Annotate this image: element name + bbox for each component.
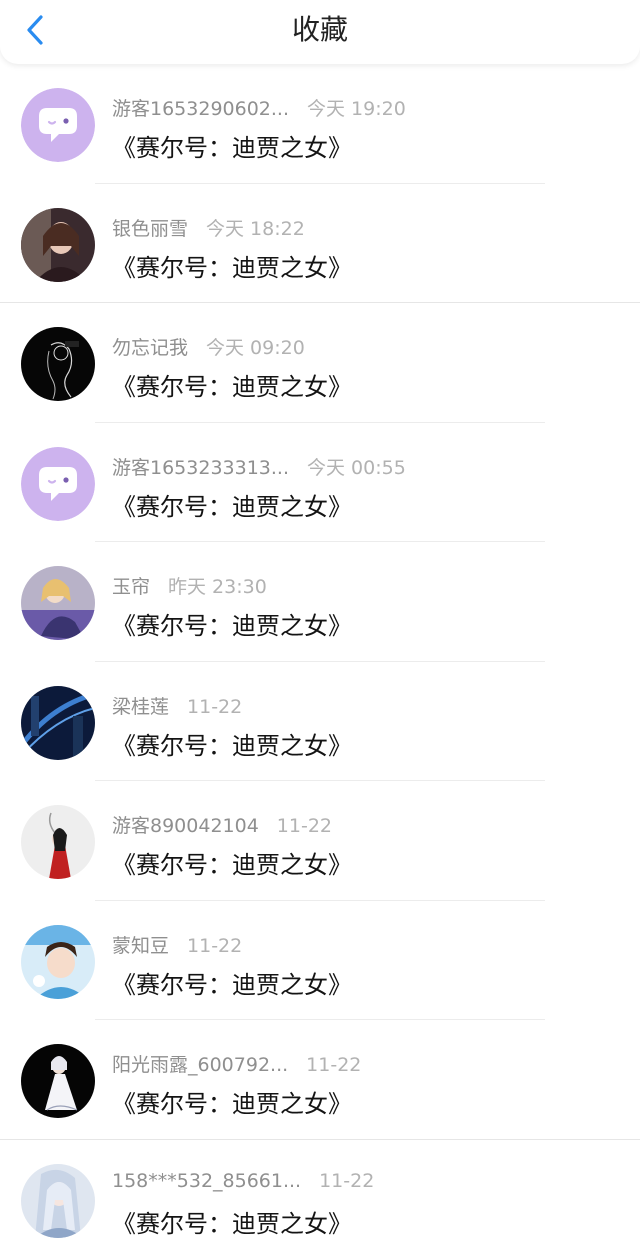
favorite-title: 《赛尔号：迪贾之女》 [112,1084,352,1119]
item-meta: 银色丽雪今天 18:22 [112,214,305,240]
favorite-title: 《赛尔号：迪贾之女》 [112,845,352,880]
user-photo [21,686,95,760]
item-meta: 游客890042104 11-22 [112,811,332,837]
list-item[interactable]: 玉帘昨天 23:30 《赛尔号：迪贾之女》 [0,542,640,662]
user-photo [21,1044,95,1118]
favorite-title: 《赛尔号：迪贾之女》 [112,606,352,641]
item-meta: 游客1653290602... 今天 19:20 [112,94,406,120]
user-photo [21,327,95,401]
avatar[interactable] [21,925,95,999]
chat-bubble-icon [21,88,95,162]
user-name: 游客1653290602... [112,98,289,120]
favorite-title: 《赛尔号：迪贾之女》 [112,726,352,761]
timestamp: 今天 19:20 [307,98,406,120]
list-item[interactable]: 游客1653233313... 今天 00:55 《赛尔号：迪贾之女》 [0,423,640,543]
timestamp: 今天 00:55 [307,457,406,479]
timestamp: 11-22 [319,1170,374,1192]
user-name: 游客890042104 [112,815,259,837]
list-item[interactable]: 游客1653290602... 今天 19:20 《赛尔号：迪贾之女》 [0,64,640,184]
list-item[interactable]: 游客890042104 11-22 《赛尔号：迪贾之女》 [0,781,640,901]
item-meta: 玉帘昨天 23:30 [112,572,267,598]
item-meta: 梁桂莲 11-22 [112,692,242,718]
avatar[interactable] [21,1164,95,1238]
user-photo [21,1164,95,1238]
timestamp: 今天 18:22 [206,218,305,240]
item-meta: 蒙知豆 11-22 [112,931,242,957]
avatar[interactable] [21,805,95,879]
avatar[interactable] [21,1044,95,1118]
list-item[interactable]: 阳光雨露_600792... 11-22 《赛尔号：迪贾之女》 [0,1020,640,1140]
top-bar: 收藏 [0,0,640,64]
timestamp: 11-22 [306,1054,361,1076]
timestamp: 11-22 [277,815,332,837]
list-item[interactable]: 梁桂莲 11-22 《赛尔号：迪贾之女》 [0,662,640,782]
user-name: 勿忘记我 [112,337,188,359]
favorite-title: 《赛尔号：迪贾之女》 [112,1204,352,1239]
favorite-title: 《赛尔号：迪贾之女》 [112,965,352,1000]
favorite-title: 《赛尔号：迪贾之女》 [112,248,352,283]
user-photo [21,566,95,640]
avatar[interactable] [21,88,95,162]
list-item[interactable]: 勿忘记我今天 09:20 《赛尔号：迪贾之女》 [0,303,640,423]
item-meta: 游客1653233313... 今天 00:55 [112,453,406,479]
user-name: 银色丽雪 [112,218,188,240]
item-meta: 阳光雨露_600792... 11-22 [112,1050,361,1076]
timestamp: 11-22 [187,935,242,957]
favorite-title: 《赛尔号：迪贾之女》 [112,128,352,163]
chat-bubble-icon [21,447,95,521]
avatar[interactable] [21,208,95,282]
timestamp: 11-22 [187,696,242,718]
user-photo [21,208,95,282]
user-name: 158***532_85661... [112,1170,301,1192]
timestamp: 今天 09:20 [206,337,305,359]
avatar[interactable] [21,566,95,640]
avatar[interactable] [21,686,95,760]
page-title: 收藏 [0,12,640,48]
user-name: 游客1653233313... [112,457,289,479]
avatar[interactable] [21,327,95,401]
item-meta: 勿忘记我今天 09:20 [112,333,305,359]
favorites-list: 游客1653290602...今天 19:20 《赛尔号：迪贾之女》 银色丽雪今… [0,64,640,1259]
list-item[interactable]: 银色丽雪今天 18:22 《赛尔号：迪贾之女》 [0,184,640,304]
user-name: 梁桂莲 [112,696,169,718]
timestamp: 昨天 23:30 [168,576,267,598]
list-item[interactable]: 158***532_85661... 11-22 《赛尔号：迪贾之女》 [0,1140,640,1259]
user-photo [21,925,95,999]
list-item[interactable]: 蒙知豆 11-22 《赛尔号：迪贾之女》 [0,901,640,1021]
favorite-title: 《赛尔号：迪贾之女》 [112,487,352,522]
user-photo [21,805,95,879]
favorite-title: 《赛尔号：迪贾之女》 [112,367,352,402]
avatar[interactable] [21,447,95,521]
user-name: 蒙知豆 [112,935,169,957]
user-name: 玉帘 [112,576,150,598]
item-meta: 158***532_85661... 11-22 [112,1170,374,1196]
user-name: 阳光雨露_600792... [112,1054,288,1076]
